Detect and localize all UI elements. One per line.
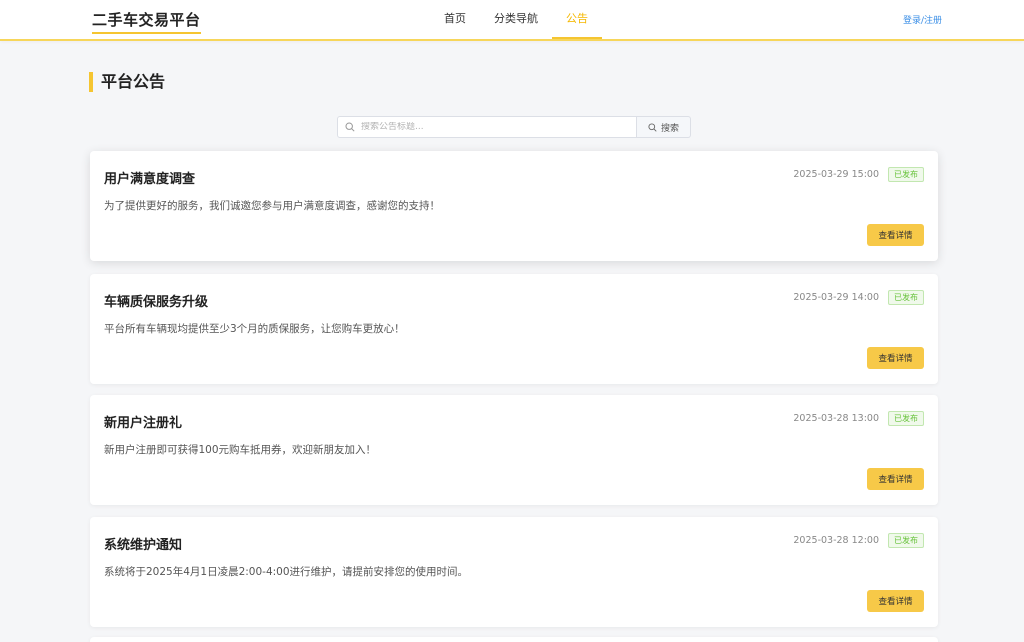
- announcement-card-partial: [90, 637, 938, 642]
- announcement-title: 车辆质保服务升级: [104, 295, 209, 310]
- search-field[interactable]: [337, 116, 637, 138]
- announcement-content: 新用户注册即可获得100元购车抵用券，欢迎新朋友加入！: [104, 444, 377, 456]
- view-details-button[interactable]: 查看详情: [867, 468, 924, 490]
- announcement-card: 系统维护通知 2025-03-28 12:00 已发布 系统将于2025年4月1…: [90, 517, 938, 627]
- announcement-date: 2025-03-29 15:00: [793, 169, 879, 180]
- status-badge: 已发布: [888, 167, 924, 182]
- announcement-title: 系统维护通知: [104, 538, 183, 553]
- site-logo[interactable]: 二手车交易平台: [92, 9, 201, 34]
- announcement-card: 新用户注册礼 2025-03-28 13:00 已发布 新用户注册即可获得100…: [90, 395, 938, 505]
- announcement-title: 用户满意度调查: [104, 172, 196, 187]
- view-details-button[interactable]: 查看详情: [867, 590, 924, 612]
- nav-item-home[interactable]: 首页: [430, 0, 480, 39]
- view-details-button[interactable]: 查看详情: [867, 224, 924, 246]
- page-title: 平台公告: [89, 72, 165, 92]
- login-register-link[interactable]: 登录/注册: [903, 13, 942, 26]
- announcement-date: 2025-03-28 13:00: [793, 413, 879, 424]
- announcement-content: 为了提供更好的服务，我们诚邀您参与用户满意度调查，感谢您的支持！: [104, 200, 440, 212]
- search-input[interactable]: [361, 122, 621, 132]
- announcement-card: 车辆质保服务升级 2025-03-29 14:00 已发布 平台所有车辆现均提供…: [90, 274, 938, 384]
- nav-item-announcements[interactable]: 公告: [552, 0, 602, 39]
- status-badge: 已发布: [888, 411, 924, 426]
- search-icon: [648, 122, 657, 132]
- main-nav: 首页 分类导航 公告: [430, 0, 602, 39]
- status-badge: 已发布: [888, 533, 924, 548]
- status-badge: 已发布: [888, 290, 924, 305]
- top-header: 二手车交易平台 首页 分类导航 公告 登录/注册: [0, 0, 1024, 41]
- search-bar: 搜索: [337, 116, 691, 138]
- announcement-title: 新用户注册礼: [104, 416, 183, 431]
- search-button[interactable]: 搜索: [637, 116, 691, 138]
- announcement-content: 平台所有车辆现均提供至少3个月的质保服务，让您购车更放心！: [104, 323, 405, 335]
- announcement-date: 2025-03-29 14:00: [793, 292, 879, 303]
- search-icon: [345, 122, 355, 132]
- view-details-button[interactable]: 查看详情: [867, 347, 924, 369]
- announcement-date: 2025-03-28 12:00: [793, 535, 879, 546]
- search-button-label: 搜索: [660, 123, 679, 134]
- nav-item-categories[interactable]: 分类导航: [480, 0, 552, 39]
- announcement-content: 系统将于2025年4月1日凌晨2:00-4:00进行维护，请提前安排您的使用时间…: [104, 566, 469, 578]
- announcement-card: 用户满意度调查 2025-03-29 15:00 已发布 为了提供更好的服务，我…: [90, 151, 938, 261]
